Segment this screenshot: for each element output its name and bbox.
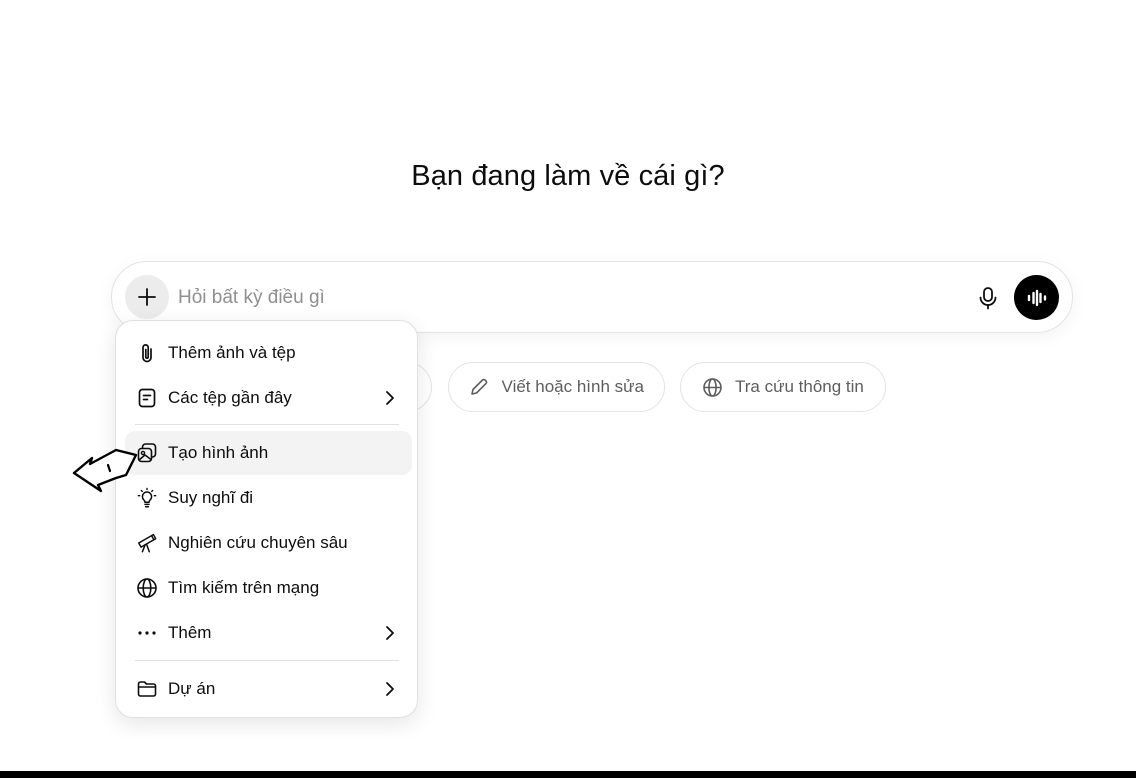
menu-item-web-search[interactable]: Tìm kiếm trên mạng [125,566,412,610]
dictate-button[interactable] [970,280,1006,316]
suggestion-chip-write[interactable]: Viết hoặc hình sửa [448,362,665,412]
folder-icon [136,678,158,700]
chevron-right-icon [380,679,400,699]
chevron-right-icon [380,623,400,643]
menu-item-create-image[interactable]: Tạo hình ảnh [125,431,412,475]
menu-item-label: Nghiên cứu chuyên sâu [168,533,348,552]
menu-item-add-photos-files[interactable]: Thêm ảnh và tệp [125,331,412,375]
menu-item-label: Thêm [168,623,212,642]
paperclip-icon [136,342,158,364]
page-title: Bạn đang làm về cái gì? [411,160,725,192]
lightbulb-icon [136,487,158,509]
menu-item-label: Tạo hình ảnh [168,443,269,462]
menu-item-label: Các tệp gần đây [168,388,292,407]
chip-label: Tra cứu thông tin [735,377,864,396]
menu-divider [135,424,399,425]
menu-item-more[interactable]: Thêm [125,611,412,655]
menu-item-label: Tìm kiếm trên mạng [168,578,320,597]
globe-icon [136,577,158,599]
attach-plus-button[interactable] [125,275,169,319]
menu-item-label: Dự án [168,679,216,698]
voice-waveform-icon [1027,289,1046,306]
telescope-icon [136,532,158,554]
pencil-icon [469,376,490,398]
menu-item-think[interactable]: Suy nghĩ đi [125,476,412,520]
menu-item-label: Suy nghĩ đi [168,488,254,507]
chevron-right-icon [380,388,400,408]
chip-label: Viết hoặc hình sửa [501,377,644,396]
more-dots-icon [136,622,158,644]
menu-divider [135,660,399,661]
menu-item-label: Thêm ảnh và tệp [168,343,296,362]
tools-menu: Thêm ảnh và tệp Các tệp gần đây Tạo hình… [115,320,418,718]
bottom-bar [0,771,1136,778]
menu-item-recent-files[interactable]: Các tệp gần đây [125,376,412,420]
voice-mode-button[interactable] [1014,275,1059,320]
plus-icon [138,288,156,306]
microphone-icon [979,287,997,310]
suggestion-chip-lookup[interactable]: Tra cứu thông tin [680,362,886,412]
menu-item-projects[interactable]: Dự án [125,667,412,711]
image-create-icon [136,442,158,464]
document-icon [136,387,158,409]
prompt-input[interactable] [178,282,938,314]
globe-icon [701,376,723,398]
menu-item-deep-research[interactable]: Nghiên cứu chuyên sâu [125,521,412,565]
pointer-arrow-icon [72,448,138,493]
